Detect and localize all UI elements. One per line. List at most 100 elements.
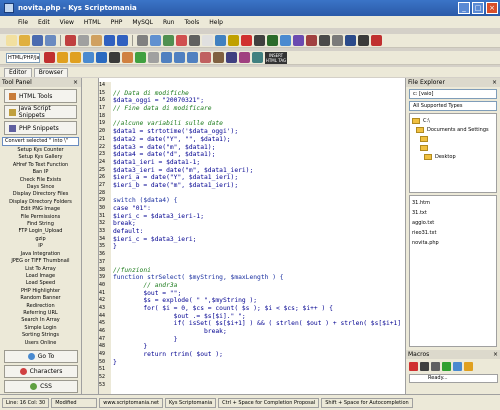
code-line[interactable]: [113, 259, 405, 267]
terminal-icon[interactable]: [267, 35, 278, 46]
folder-item[interactable]: Documents and Settings: [412, 125, 494, 134]
characters-button[interactable]: Characters: [4, 365, 78, 378]
menu-edit[interactable]: Edit: [38, 19, 50, 26]
settings-icon[interactable]: [293, 35, 304, 46]
redo-icon[interactable]: [117, 35, 128, 46]
save-macro-icon[interactable]: [453, 362, 462, 371]
code-line[interactable]: //alcune variabili sulle date: [113, 120, 405, 128]
snippet-item[interactable]: Find String: [2, 221, 79, 228]
code-line[interactable]: $s = explode( " ",$myString );: [113, 297, 405, 305]
snippet-item[interactable]: File Permissions: [2, 214, 79, 221]
folder-item[interactable]: C:\: [412, 116, 494, 125]
align-left-icon[interactable]: [161, 52, 172, 63]
snippet-item[interactable]: AHref To Text Function: [2, 162, 79, 169]
align-right-icon[interactable]: [187, 52, 198, 63]
close-doc-icon[interactable]: [241, 35, 252, 46]
code-line[interactable]: if( isSet( $s[$i+1] ) && ( strlen( $out …: [113, 320, 405, 328]
menu-view[interactable]: View: [60, 19, 74, 26]
code-line[interactable]: $data_oggi = "20070321";: [113, 97, 405, 105]
snippet-item[interactable]: JPEG or TIFF Thumbnail: [2, 258, 79, 265]
maximize-button[interactable]: □: [472, 2, 484, 14]
code-line[interactable]: // andr3a: [113, 282, 405, 290]
code-line[interactable]: $ieri_c = $data3_ieri;: [113, 236, 405, 244]
snippet-item[interactable]: Java Integration: [2, 251, 79, 258]
frame-insert-icon[interactable]: [226, 52, 237, 63]
code-line[interactable]: $out = "";: [113, 290, 405, 298]
new-file-icon[interactable]: [6, 35, 17, 46]
code-line[interactable]: $ieri_b = date("m", $data1_ieri);: [113, 182, 405, 190]
html-tag-icon[interactable]: [44, 52, 55, 63]
meta-icon[interactable]: [239, 52, 250, 63]
code-line[interactable]: [113, 374, 405, 382]
code-line[interactable]: function strSelect( $myString, $maxLengt…: [113, 274, 405, 282]
folder-item[interactable]: Desktop: [412, 152, 494, 161]
underline-icon[interactable]: [83, 52, 94, 63]
pause-macro-icon[interactable]: [431, 362, 440, 371]
link-icon[interactable]: [96, 52, 107, 63]
code-line[interactable]: $data4 = date("d", $data1);: [113, 151, 405, 159]
snippet-item[interactable]: Check File Exists: [2, 177, 79, 184]
toggle-icon[interactable]: [215, 35, 226, 46]
list-icon[interactable]: [148, 52, 159, 63]
code-line[interactable]: switch ($data4) {: [113, 197, 405, 205]
drive-select[interactable]: c: [vaio]: [409, 89, 497, 99]
find-icon[interactable]: [137, 35, 148, 46]
snippet-item[interactable]: IP: [2, 243, 79, 250]
ftp-icon[interactable]: [228, 35, 239, 46]
cut-icon[interactable]: [65, 35, 76, 46]
file-item[interactable]: 31.htm: [412, 198, 494, 208]
code-line[interactable]: break;: [113, 328, 405, 336]
code-line[interactable]: $ieri_a = date("Y", $data1_ieri);: [113, 174, 405, 182]
snippet-item[interactable]: Redirection: [2, 303, 79, 310]
undo-icon[interactable]: [104, 35, 115, 46]
indent-icon[interactable]: [163, 35, 174, 46]
snippet-item[interactable]: Simple Login: [2, 325, 79, 332]
menu-run[interactable]: Run: [163, 19, 175, 26]
menu-file[interactable]: File: [18, 19, 28, 26]
file-item[interactable]: novita.php: [412, 238, 494, 248]
load-macro-icon[interactable]: [464, 362, 473, 371]
open-folder-icon[interactable]: [19, 35, 30, 46]
snippet-item[interactable]: Search In Array: [2, 317, 79, 324]
bold-icon[interactable]: [57, 52, 68, 63]
selected-snippet[interactable]: Convert selected " into \": [2, 137, 79, 146]
snippet-item[interactable]: Edit PNG Image: [2, 206, 79, 213]
menu-mysql[interactable]: MySQL: [132, 19, 153, 26]
menu-php[interactable]: PHP: [111, 19, 123, 26]
snippet-item[interactable]: Days Since: [2, 184, 79, 191]
code-line[interactable]: break;: [113, 220, 405, 228]
code-line[interactable]: for( $i = 0, $cs = count( $s ); $i < $cs…: [113, 305, 405, 313]
go-to-button[interactable]: Go To: [4, 350, 78, 363]
code-line[interactable]: default:: [113, 228, 405, 236]
paste-icon[interactable]: [91, 35, 102, 46]
font-color-icon[interactable]: [200, 52, 211, 63]
code-line[interactable]: return rtrim( $out );: [113, 351, 405, 359]
code-line[interactable]: $ieri_c = $data3_ieri-1;: [113, 213, 405, 221]
code-editor[interactable]: 14 15 16 17 18 19 20 21 22 23 24 25 26 27 28 29 30 31 32 33…: [99, 78, 405, 394]
folder-item[interactable]: [412, 134, 494, 143]
code-line[interactable]: [113, 251, 405, 259]
snippet-item[interactable]: Display Directory Files: [2, 191, 79, 198]
code-line[interactable]: $out .= $s[$i]." ";: [113, 313, 405, 321]
code-line[interactable]: [113, 190, 405, 198]
code-content[interactable]: // Data di modifiche $data_oggi = "200703…: [113, 82, 405, 390]
frame-icon[interactable]: [202, 35, 213, 46]
code-line[interactable]: // Fine data di modificare: [113, 105, 405, 113]
close-button[interactable]: ×: [486, 2, 498, 14]
file-item[interactable]: aggio.txt: [412, 218, 494, 228]
php-snippets-button[interactable]: PHP Snippets: [4, 121, 77, 135]
anchor-icon[interactable]: [109, 52, 120, 63]
snippet-item[interactable]: Referring URL: [2, 310, 79, 317]
align-center-icon[interactable]: [174, 52, 185, 63]
snippet-item[interactable]: FTP Login_Upload: [2, 228, 79, 235]
play-macro-icon[interactable]: [442, 362, 451, 371]
save-all-icon[interactable]: [45, 35, 56, 46]
code-line[interactable]: }: [113, 336, 405, 344]
panel-close-icon[interactable]: ×: [492, 78, 497, 87]
snippet-item[interactable]: Load Image: [2, 273, 79, 280]
panel-close-icon[interactable]: ×: [493, 350, 498, 359]
code-line[interactable]: }: [113, 359, 405, 367]
code-line[interactable]: $data2 = date("Y", "", $data1);: [113, 136, 405, 144]
comment-insert-icon[interactable]: [252, 52, 263, 63]
snippet-item[interactable]: Display Directory Folders: [2, 199, 79, 206]
